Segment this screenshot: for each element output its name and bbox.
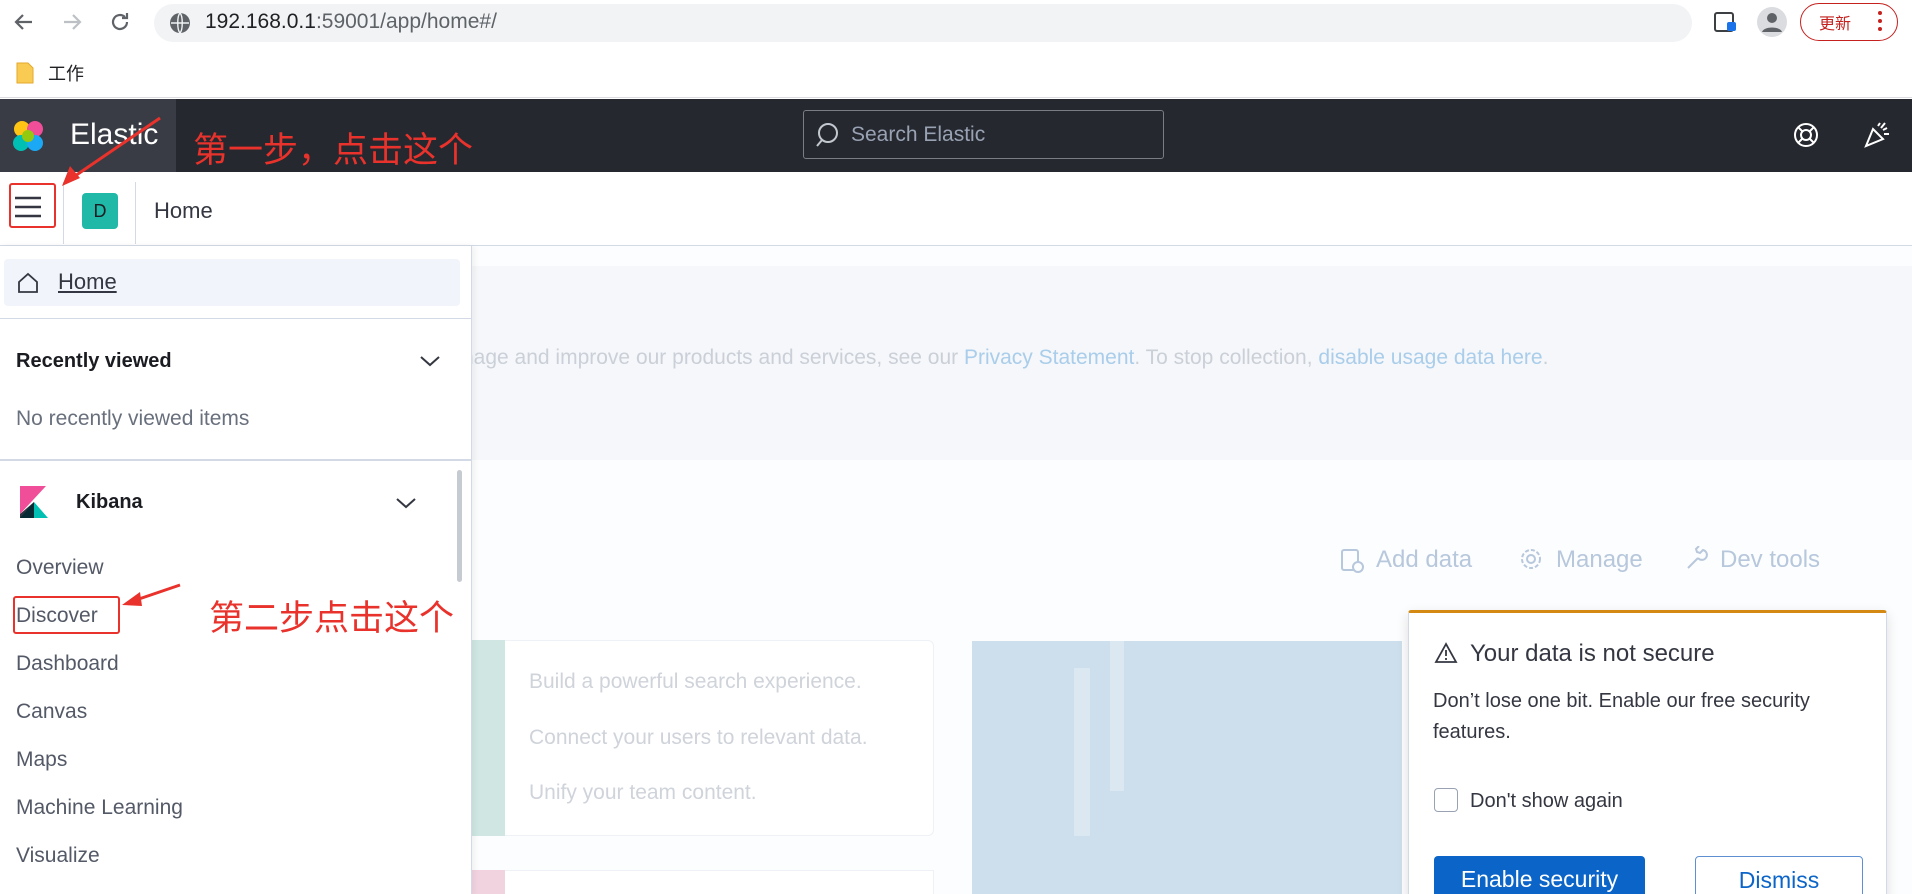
annotation-highlight-discover	[13, 596, 120, 634]
more-menu-icon[interactable]	[1878, 11, 1882, 36]
divider	[135, 182, 136, 244]
enable-security-button[interactable]: Enable security	[1434, 856, 1645, 894]
dont-show-again-label[interactable]: Don't show again	[1470, 790, 1623, 813]
disable-usage-link[interactable]: disable usage data here	[1318, 346, 1542, 369]
wrench-icon	[1684, 545, 1710, 577]
help-icon[interactable]	[1792, 121, 1820, 154]
annotation-step-2: 第二步点击这个	[209, 599, 455, 639]
illustration-bar	[1110, 641, 1124, 791]
cast-icon[interactable]	[1712, 10, 1738, 41]
reload-icon[interactable]	[104, 6, 136, 38]
search-icon	[814, 121, 842, 154]
brand-name: Elastic	[70, 118, 159, 151]
site-info-icon[interactable]	[168, 11, 192, 40]
nav-link-dashboard[interactable]: Dashboard	[16, 652, 119, 676]
space-avatar[interactable]: D	[82, 193, 118, 229]
nav-link-overview[interactable]: Overview	[16, 556, 104, 580]
toast-body: Don’t lose one bit. Enable our free secu…	[1433, 690, 1810, 743]
toast-title: Your data is not secure	[1470, 640, 1715, 667]
annotation-highlight-menu	[9, 183, 56, 228]
dont-show-again-checkbox[interactable]	[1434, 788, 1458, 812]
warning-icon	[1434, 642, 1458, 669]
privacy-statement-link[interactable]: Privacy Statement	[964, 346, 1134, 369]
forward-icon[interactable]	[56, 6, 88, 38]
profile-avatar-icon[interactable]	[1756, 6, 1788, 43]
divider	[63, 182, 64, 244]
add-data-icon	[1340, 548, 1364, 579]
dev-tools-link[interactable]: Dev tools	[1720, 546, 1820, 574]
kibana-logo-icon	[18, 484, 50, 525]
url-text: 192.168.0.1:59001/app/home#/	[205, 10, 497, 33]
add-data-link[interactable]: Add data	[1376, 546, 1472, 574]
illustration-bar	[1074, 668, 1090, 836]
recently-viewed-empty: No recently viewed items	[16, 407, 250, 430]
nav-link-machine-learning[interactable]: Machine Learning	[16, 796, 183, 820]
recently-viewed-title[interactable]: Recently viewed	[16, 350, 172, 373]
chevron-down-icon[interactable]	[395, 496, 417, 515]
breadcrumb-bar	[0, 172, 1912, 246]
newsfeed-icon[interactable]	[1862, 120, 1892, 155]
card-image	[472, 640, 505, 836]
telemetry-notice-text: nage and improve our products and servic…	[462, 346, 1549, 369]
card-text: Connect your users to relevant data.	[529, 726, 868, 749]
divider	[0, 459, 472, 461]
nav-home-label[interactable]: Home	[58, 269, 117, 295]
bookmark-folder-label[interactable]: 工作	[48, 60, 84, 86]
search-placeholder: Search Elastic	[851, 123, 986, 146]
dismiss-button[interactable]: Dismiss	[1695, 856, 1863, 894]
nav-link-maps[interactable]: Maps	[16, 748, 67, 772]
kibana-group-title[interactable]: Kibana	[76, 491, 143, 514]
gear-icon	[1518, 546, 1544, 577]
breadcrumb-home: Home	[154, 198, 213, 223]
scrollbar[interactable]	[457, 470, 462, 582]
card-text: Unify your team content.	[529, 781, 757, 804]
solution-card[interactable]	[472, 870, 934, 894]
manage-link[interactable]: Manage	[1556, 546, 1643, 574]
nav-link-visualize[interactable]: Visualize	[16, 844, 100, 868]
chevron-down-icon[interactable]	[419, 354, 441, 373]
update-button[interactable]: 更新	[1800, 3, 1898, 41]
annotation-step-1: 第一步，点击这个	[193, 131, 474, 171]
illustration-panel	[972, 641, 1402, 894]
home-icon	[16, 271, 40, 300]
elastic-logo-icon[interactable]	[8, 116, 48, 161]
divider	[0, 318, 472, 319]
folder-icon[interactable]	[16, 62, 34, 89]
bookmarks-bar	[0, 44, 1912, 98]
card-image	[472, 870, 505, 894]
card-text: Build a powerful search experience.	[529, 670, 862, 693]
back-icon[interactable]	[8, 6, 40, 38]
nav-link-canvas[interactable]: Canvas	[16, 700, 87, 724]
